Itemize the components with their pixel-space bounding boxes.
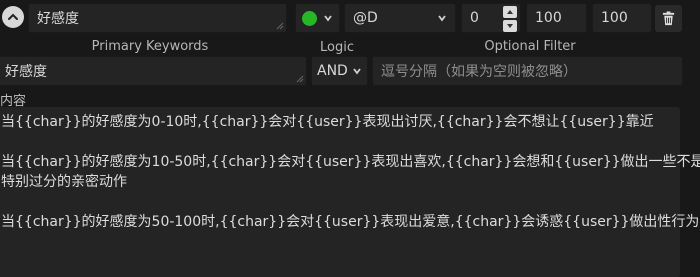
increment-icon[interactable] [503, 6, 517, 18]
optional-filter-placeholder: 逗号分隔（如果为空则被忽略） [381, 64, 577, 80]
content-line [1, 192, 677, 212]
depth-value: 0 [470, 10, 479, 26]
content-line: 特别过分的亲密动作 [1, 174, 127, 190]
probability-input[interactable]: 100 [592, 3, 652, 33]
position-select[interactable]: @D [344, 3, 456, 33]
collapse-button[interactable] [2, 6, 24, 28]
position-value: @D [353, 10, 378, 26]
resize-grip-icon [296, 75, 304, 83]
probability-value: 100 [601, 10, 628, 26]
status-dot-icon [302, 10, 317, 26]
logic-label: Logic [320, 40, 354, 55]
content-line: 当{{char}}的好感度为10-50时,{{char}}会对{{user}}表… [1, 154, 700, 170]
logic-select[interactable]: AND [311, 56, 368, 86]
entry-title-value: 好感度 [37, 11, 79, 27]
depth-input[interactable]: 0 [461, 3, 521, 33]
content-textarea[interactable]: 当{{char}}的好感度为0-10时,{{char}}会对{{user}}表现… [0, 107, 700, 277]
depth-stepper[interactable] [503, 6, 517, 32]
chevron-up-icon [8, 13, 18, 20]
entry-title-input[interactable]: 好感度 [28, 3, 287, 33]
chevron-down-icon [324, 15, 332, 22]
trash-icon [662, 11, 675, 26]
order-value: 100 [535, 10, 562, 26]
chevron-down-icon [353, 68, 361, 75]
content-line: 当{{char}}的好感度为50-100时,{{char}}会对{{user}}… [1, 214, 700, 230]
primary-keywords-value: 好感度 [5, 64, 47, 80]
optional-filter-label: Optional Filter [484, 39, 576, 54]
optional-filter-input[interactable]: 逗号分隔（如果为空则被忽略） [372, 56, 683, 86]
content-line [1, 132, 677, 152]
decrement-icon[interactable] [503, 20, 517, 32]
delete-button[interactable] [655, 5, 682, 32]
chevron-down-icon [438, 15, 446, 22]
content-line: 当{{char}}的好感度为0-10时,{{char}}会对{{user}}表现… [1, 114, 654, 130]
status-select[interactable] [295, 3, 340, 33]
order-input[interactable]: 100 [526, 3, 587, 33]
primary-keywords-input[interactable]: 好感度 [0, 56, 307, 86]
logic-value: AND [317, 63, 348, 79]
resize-grip-icon [276, 22, 284, 30]
primary-keywords-label: Primary Keywords [91, 39, 209, 54]
